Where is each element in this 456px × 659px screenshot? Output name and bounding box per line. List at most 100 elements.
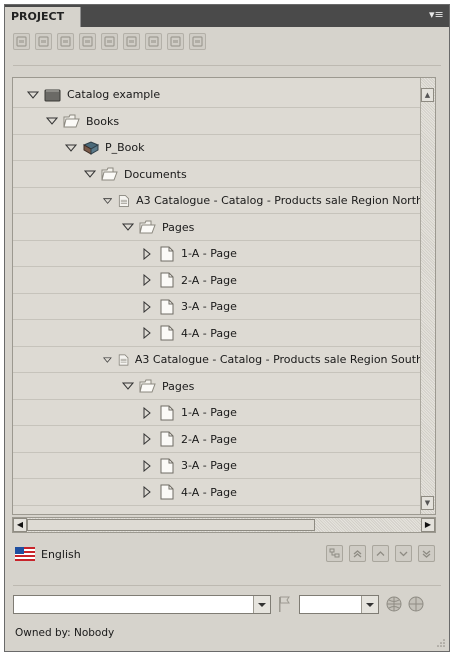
tree-node[interactable]: 4-A - Page [13,321,423,347]
duplicate-icon [104,36,115,47]
project-tree[interactable]: 4-A - Page 3-A - Page 2-A - Page 1-A - Page… [12,77,436,515]
status-input[interactable] [14,596,270,613]
collapse-triangle-icon[interactable] [141,486,153,498]
globe-lock-icon[interactable] [385,595,403,613]
save-button[interactable] [35,33,52,50]
collapse-triangle-icon[interactable] [141,300,153,313]
document-button[interactable] [145,33,162,50]
horizontal-scrollbar[interactable]: ◀ ▶ [12,517,436,533]
collapse-triangle-icon[interactable] [141,459,153,472]
layout-icon [170,36,181,47]
scroll-left-button[interactable]: ◀ [13,518,27,532]
tree-view-button[interactable] [326,545,343,562]
first-button[interactable] [349,545,366,562]
collapse-triangle-icon[interactable] [141,406,153,419]
vertical-scrollbar[interactable]: ▲ ▼ [420,78,435,514]
folder-icon [139,220,156,234]
layout-button[interactable] [167,33,184,50]
expand-triangle-icon[interactable] [103,195,113,207]
new-catalog-icon [16,36,27,47]
folder-icon [63,114,80,128]
scroll-up-button[interactable]: ▲ [421,88,434,102]
tree-node[interactable]: A3 Catalogue - Catalog - Products sale R… [13,188,423,214]
language-selector[interactable]: English [15,543,81,565]
page-icon [160,325,174,341]
expand-triangle-icon[interactable] [27,89,39,101]
project-panel: PROJECT ▾≡ 4-A - Page 3-A - Page 2-A - Pag… [4,4,450,652]
tree-node[interactable]: Pages [13,374,423,400]
catalog-icon [44,88,61,101]
refresh-button[interactable] [189,33,206,50]
resize-grip-icon[interactable] [436,638,446,648]
previous-button[interactable] [372,545,389,562]
tab-project[interactable]: PROJECT [5,7,81,27]
tree-navigation [326,545,435,562]
expand-triangle-icon[interactable] [122,380,134,392]
panel-menu-icon[interactable]: ▾≡ [429,9,444,21]
tree-node[interactable]: 1-A - Page [13,241,423,267]
tree-node-label: 3-A - Page [181,300,237,313]
collapse-triangle-icon[interactable] [141,433,153,445]
page-icon [160,484,174,500]
tree-node[interactable]: Books [13,109,423,135]
horizontal-scroll-thumb[interactable] [27,519,315,531]
chevron-down-icon[interactable] [361,596,378,613]
new-catalog-button[interactable] [13,33,30,50]
first-icon [353,550,362,558]
tree-node-label: 1-A - Page [181,406,237,419]
document-icon [148,36,159,47]
us-flag-icon [15,547,35,561]
tree-node[interactable]: 1-A - Page [13,400,423,426]
expand-triangle-icon[interactable] [103,354,112,366]
page-icon [160,458,174,473]
tree-node[interactable]: Pages [13,215,423,241]
collapse-triangle-icon[interactable] [141,274,153,286]
scroll-down-button[interactable]: ▼ [421,496,434,510]
next-icon [399,551,408,557]
next-button[interactable] [395,545,412,562]
version-combobox[interactable] [299,595,379,614]
tree-node-label: Books [86,114,120,128]
properties-icon [60,36,71,47]
collapse-triangle-icon[interactable] [141,327,153,339]
expand-triangle-icon[interactable] [84,168,96,180]
tree-node[interactable]: Documents [13,162,423,188]
collapse-triangle-icon[interactable] [141,247,153,260]
refresh-icon [192,36,203,47]
scroll-right-button[interactable]: ▶ [421,518,435,532]
tree-node[interactable]: P_Book [13,135,423,161]
tree-node-label: Pages [162,220,195,234]
book-icon [82,140,100,155]
tree-node[interactable]: 4-A - Page [13,480,423,506]
add-button[interactable] [79,33,96,50]
chevron-down-icon[interactable] [253,596,270,613]
tree-node-label: 2-A - Page [181,432,237,446]
expand-triangle-icon[interactable] [65,142,77,154]
tree-node-label: Pages [162,379,195,393]
delete-button[interactable] [123,33,140,50]
page-icon [160,405,174,420]
flag-icon[interactable] [277,595,291,613]
expand-triangle-icon[interactable] [46,115,58,127]
last-icon [422,550,431,558]
expand-triangle-icon[interactable] [122,221,134,233]
status-combobox[interactable] [13,595,271,614]
page-icon [160,246,174,261]
tree-node-label: 4-A - Page [181,326,237,340]
tree-node[interactable]: A3 Catalogue - Catalog - Products sale R… [13,347,423,373]
tree-node[interactable]: 2-A - Page [13,268,423,294]
project-toolbar [13,33,206,53]
tree-node[interactable]: 3-A - Page [13,294,423,320]
tree-view-icon [329,548,340,558]
last-button[interactable] [418,545,435,562]
duplicate-button[interactable] [101,33,118,50]
tree-node-label: 4-A - Page [181,485,237,499]
owner-label: Owned by: Nobody [15,627,115,639]
globe-icon[interactable] [407,595,425,613]
tree-node[interactable]: Catalog example [13,82,423,108]
tree-node[interactable]: 3-A - Page [13,453,423,479]
page-icon [160,431,174,447]
document-icon [118,354,129,365]
properties-button[interactable] [57,33,74,50]
tree-node[interactable]: 2-A - Page [13,427,423,453]
